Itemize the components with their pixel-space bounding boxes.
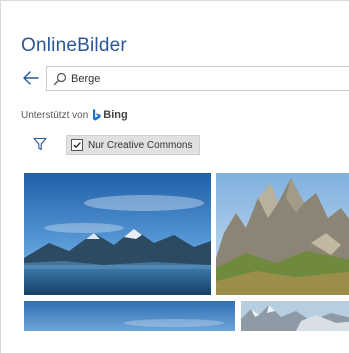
search-input[interactable] <box>71 70 349 87</box>
back-arrow-icon[interactable] <box>21 69 41 87</box>
creative-commons-filter[interactable]: Nur Creative Commons <box>66 135 200 155</box>
online-pictures-dialog: OnlineBilder Unterstützt von Bing <box>0 0 349 353</box>
creative-commons-label: Nur Creative Commons <box>88 139 193 151</box>
dialog-title: OnlineBilder <box>21 35 127 56</box>
bing-brand: Bing <box>103 109 128 121</box>
powered-by-label: Unterstützt von <box>21 109 89 121</box>
result-image-blue-sky[interactable] <box>24 301 235 331</box>
bing-logo-icon <box>92 109 101 121</box>
result-image-mountain-lake[interactable] <box>24 173 211 295</box>
search-icon <box>53 72 67 86</box>
dialog-footer <box>1 331 349 353</box>
filter-icon[interactable] <box>33 137 47 151</box>
result-image-rocky-peaks[interactable] <box>216 173 349 295</box>
creative-commons-checkbox[interactable] <box>71 139 83 151</box>
result-image-mountain-snow[interactable] <box>241 301 349 331</box>
powered-by: Unterstützt von Bing <box>21 109 128 121</box>
search-box[interactable] <box>46 66 349 91</box>
